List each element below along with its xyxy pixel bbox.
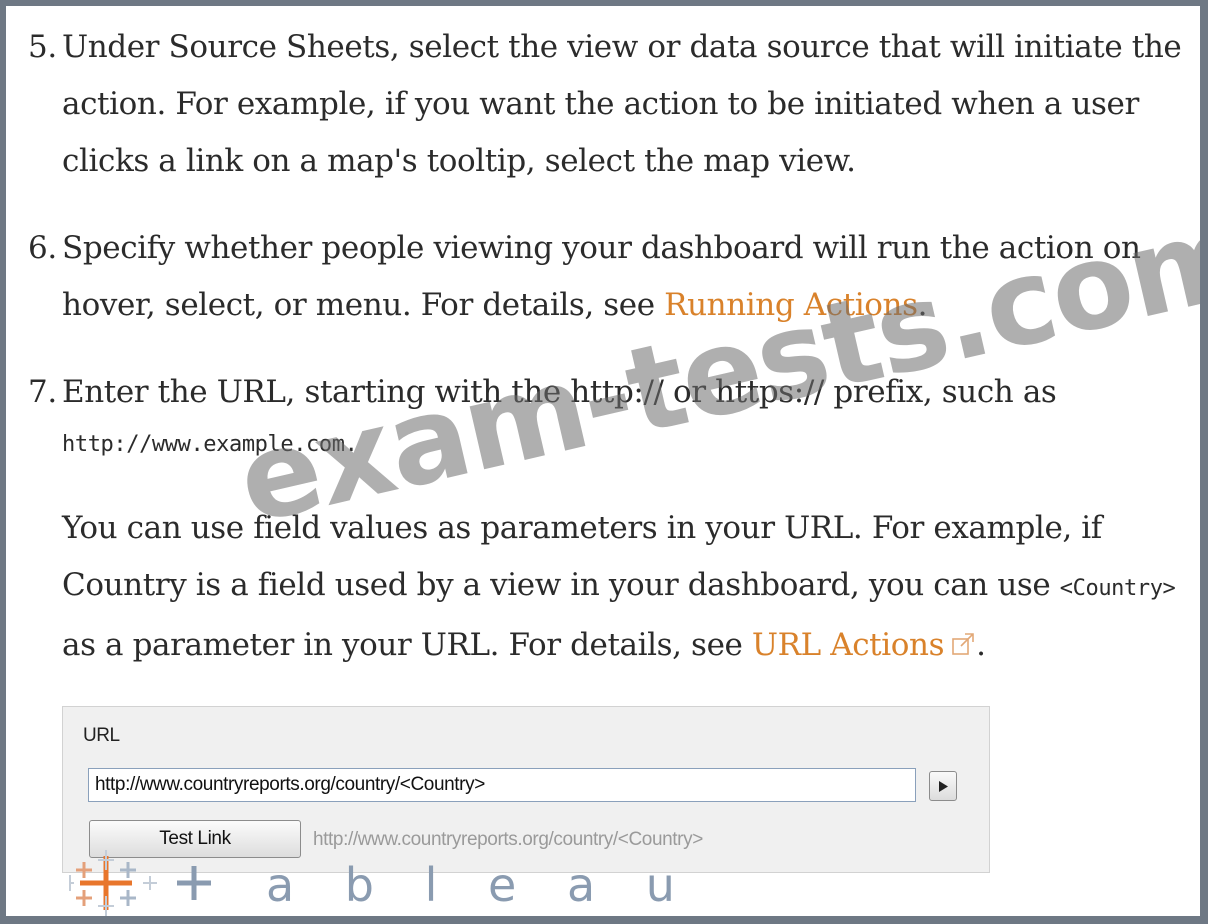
para-text-after: . (976, 627, 986, 663)
step-5: 5. Under Source Sheets, select the view … (28, 19, 1182, 190)
country-code: <Country> (1059, 576, 1176, 601)
external-link-icon[interactable] (950, 631, 976, 657)
play-arrow-icon (939, 781, 948, 792)
para-text-before: You can use field values as parameters i… (62, 510, 1102, 603)
step-text: Enter the URL, starting with the http://… (62, 374, 1057, 410)
document-page: 5. Under Source Sheets, select the view … (6, 6, 1200, 916)
tableau-cross-icon (69, 850, 211, 916)
insert-field-button[interactable] (929, 771, 957, 801)
url-label: URL (83, 725, 120, 746)
tableau-wordmark: a b l e a u (266, 858, 693, 912)
step-number: 5. (28, 29, 57, 65)
running-actions-link[interactable]: Running Actions (664, 287, 918, 323)
url-actions-link[interactable]: URL Actions (752, 627, 945, 663)
step-text-after: . (917, 287, 928, 323)
step-text: Specify whether people viewing your dash… (62, 220, 1182, 334)
step-text-before: Specify whether people viewing your dash… (62, 230, 1141, 323)
para-text-middle: as a parameter in your URL. For details,… (62, 627, 752, 663)
url-parameter-paragraph: You can use field values as parameters i… (62, 500, 1187, 674)
tableau-logo: a b l e a u (66, 848, 675, 916)
step-7: 7. Enter the URL, starting with the http… (28, 364, 1187, 674)
step-text: Under Source Sheets, select the view or … (62, 29, 1182, 179)
step-number: 7. (28, 374, 57, 410)
step-number: 6. (28, 230, 57, 266)
url-input[interactable] (88, 768, 916, 802)
step-6: 6. Specify whether people viewing your d… (28, 220, 1182, 334)
example-url-code: http://www.example.com. (62, 432, 358, 457)
